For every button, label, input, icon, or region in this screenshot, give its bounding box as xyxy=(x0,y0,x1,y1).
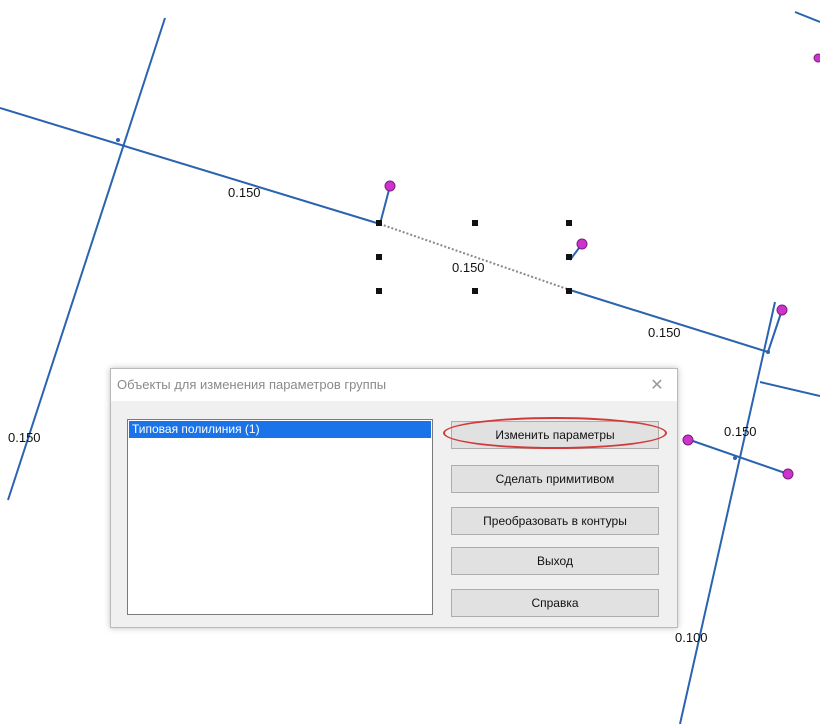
dimension-label: 0.100 xyxy=(675,630,708,645)
polyline-segment[interactable] xyxy=(689,439,789,475)
grip-handle[interactable] xyxy=(472,220,478,226)
vertex-marker[interactable] xyxy=(782,468,794,480)
dimension-label: 0.150 xyxy=(452,260,485,275)
grip-handle[interactable] xyxy=(376,220,382,226)
node xyxy=(733,456,737,460)
vertex-marker[interactable] xyxy=(776,304,788,316)
grip-handle[interactable] xyxy=(566,288,572,294)
polyline-stub[interactable] xyxy=(379,185,391,225)
dimension-label: 0.150 xyxy=(648,325,681,340)
polyline-stub[interactable] xyxy=(767,309,783,353)
vertex-marker[interactable] xyxy=(682,434,694,446)
objects-listbox[interactable]: Типовая полилиния (1) xyxy=(127,419,433,615)
selected-polyline[interactable] xyxy=(379,223,571,291)
selection-grips xyxy=(376,220,572,294)
make-primitive-button[interactable]: Сделать примитивом xyxy=(451,465,659,493)
vertex-marker[interactable] xyxy=(384,180,396,192)
grip-handle[interactable] xyxy=(376,288,382,294)
polyline-segment[interactable] xyxy=(569,289,769,353)
polyline-segment[interactable] xyxy=(0,107,381,225)
convert-contours-button[interactable]: Преобразовать в контуры xyxy=(451,507,659,535)
exit-button[interactable]: Выход xyxy=(451,547,659,575)
polyline-segment[interactable] xyxy=(759,381,820,397)
dimension-label: 0.150 xyxy=(724,424,757,439)
help-button[interactable]: Справка xyxy=(451,589,659,617)
dialog-titlebar[interactable]: Объекты для изменения параметров группы … xyxy=(111,369,677,401)
group-params-dialog: Объекты для изменения параметров группы … xyxy=(110,368,678,628)
polyline-segment[interactable] xyxy=(679,301,776,724)
grip-handle[interactable] xyxy=(566,254,572,260)
grip-handle[interactable] xyxy=(472,288,478,294)
node xyxy=(116,138,120,142)
vertex-marker[interactable] xyxy=(576,238,588,250)
dimension-label: 0.150 xyxy=(8,430,41,445)
vertex-marker[interactable] xyxy=(813,53,820,63)
change-params-button[interactable]: Изменить параметры xyxy=(451,421,659,449)
grip-handle[interactable] xyxy=(566,220,572,226)
dialog-title: Объекты для изменения параметров группы xyxy=(117,377,387,392)
polyline-segment[interactable] xyxy=(794,11,820,23)
grip-handle[interactable] xyxy=(376,254,382,260)
close-icon[interactable]: ✕ xyxy=(643,373,671,397)
list-item[interactable]: Типовая полилиния (1) xyxy=(129,421,431,438)
dimension-label: 0.150 xyxy=(228,185,261,200)
node xyxy=(766,350,770,354)
